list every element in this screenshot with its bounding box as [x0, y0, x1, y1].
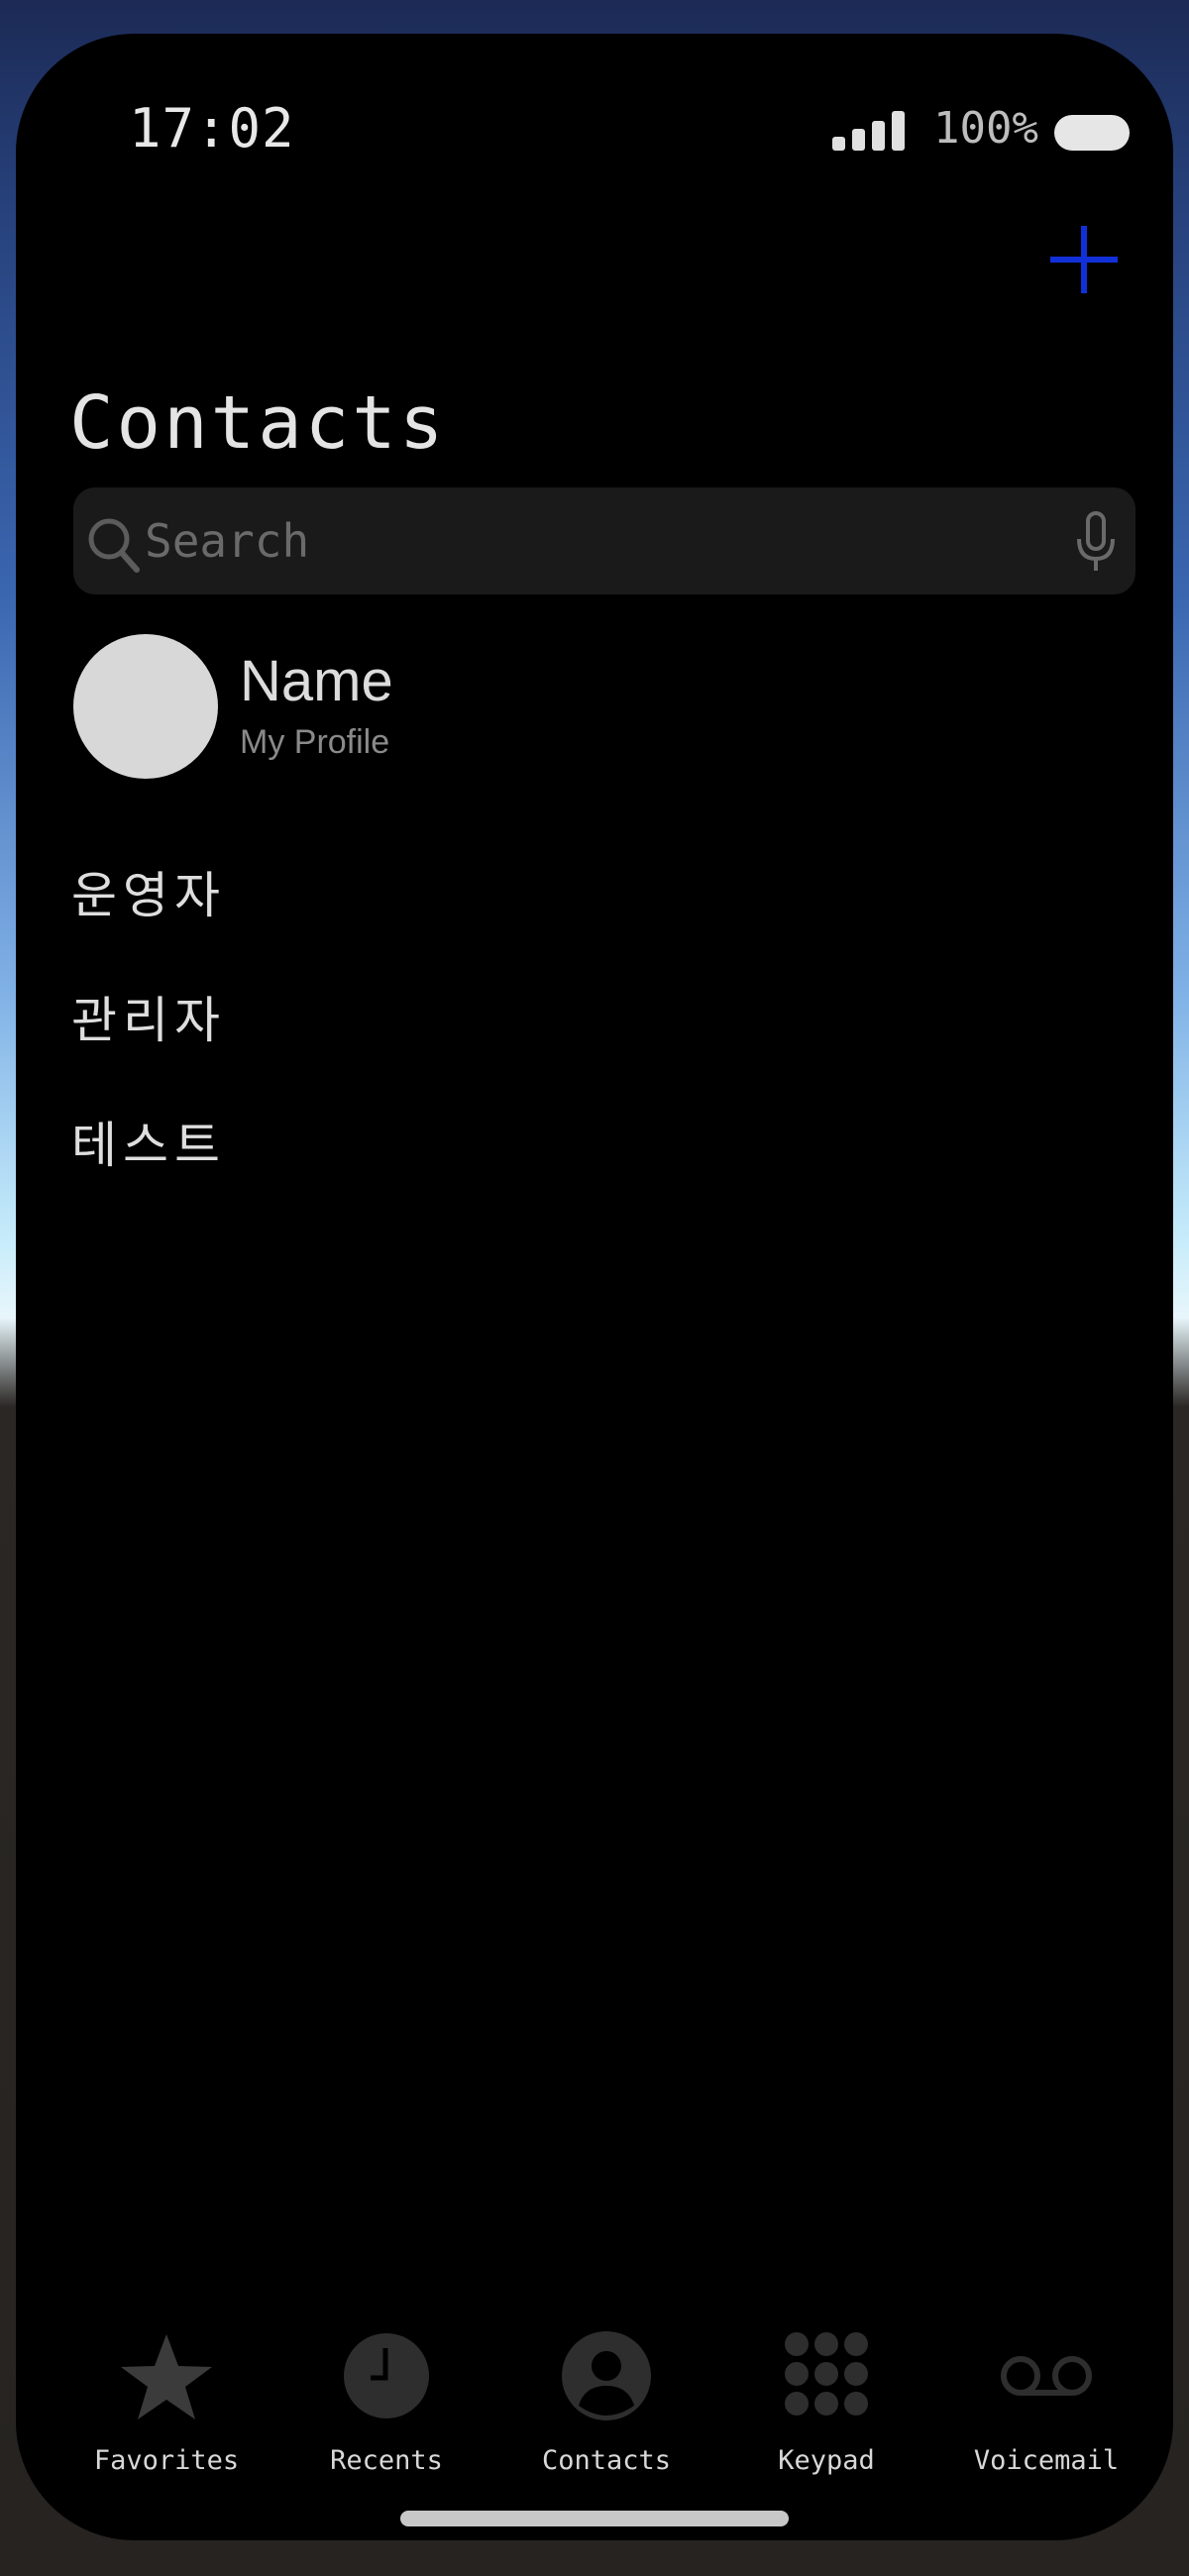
add-contact-button[interactable] [1044, 220, 1124, 299]
voicemail-icon [1001, 2356, 1092, 2396]
tab-label: Contacts [541, 2445, 672, 2476]
keypad-icon [785, 2332, 868, 2415]
tab-label: Recents [330, 2445, 443, 2476]
contact-item[interactable]: 관리자 [71, 981, 1134, 1106]
tab-label: Voicemail [973, 2445, 1120, 2476]
clock-icon [344, 2333, 429, 2418]
battery-percent: 100% [933, 103, 1038, 154]
search-input[interactable] [143, 505, 1038, 577]
contact-item[interactable]: 운영자 [71, 856, 1134, 981]
status-time: 17:02 [129, 97, 295, 160]
contact-item[interactable]: 테스트 [71, 1106, 1134, 1231]
my-profile-card[interactable]: Name My Profile [73, 634, 1135, 783]
tab-label: Keypad [778, 2445, 875, 2476]
tab-contacts[interactable]: Contacts [507, 2330, 705, 2499]
tab-voicemail[interactable]: Voicemail [947, 2330, 1145, 2499]
tab-bar: Favorites Recents Contacts Keypad Voicem… [16, 2330, 1173, 2509]
profile-name: Name [240, 649, 393, 713]
phone-screen: 17:02 100% Contacts Name My Profil [16, 34, 1173, 2540]
signal-icon [832, 111, 905, 151]
battery-icon [1054, 115, 1130, 151]
home-indicator[interactable] [400, 2511, 789, 2526]
tab-keypad[interactable]: Keypad [727, 2330, 925, 2499]
tab-label: Favorites [93, 2445, 240, 2476]
contact-list: 운영자 관리자 테스트 [71, 856, 1134, 1231]
search-icon [88, 518, 140, 573]
tab-recents[interactable]: Recents [287, 2330, 486, 2499]
search-bar[interactable] [73, 487, 1135, 594]
star-icon [121, 2334, 212, 2419]
microphone-icon[interactable] [1074, 511, 1118, 575]
profile-subtitle: My Profile [240, 723, 390, 761]
plus-icon [1050, 226, 1118, 293]
page-title: Contacts [69, 380, 447, 466]
tab-favorites[interactable]: Favorites [67, 2330, 266, 2499]
status-bar: 17:02 100% [16, 97, 1173, 160]
person-circle-icon [562, 2331, 651, 2420]
avatar [73, 634, 218, 779]
